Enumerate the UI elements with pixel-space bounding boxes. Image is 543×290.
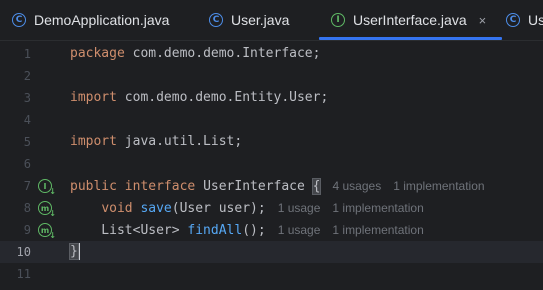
matched-brace: } [69,243,79,260]
usages-hint[interactable]: 1 usage [278,201,321,215]
code-token: java.util.List; [116,134,243,149]
tab-label: Us [528,12,543,28]
line-number: 8 [23,201,31,215]
code-line: import java.util.List; [70,131,242,153]
line-number: 9 [23,223,31,237]
tab-label: User.java [231,12,290,28]
code-token: List<User> [70,223,188,238]
method-name-token: findAll [187,223,243,238]
tab-demoapplication[interactable]: C DemoApplication.java [12,0,169,40]
code-line: public interface UserInterface {4 usages… [70,175,485,197]
code-token: com.demo.demo.Interface; [124,46,321,61]
text-caret [77,243,80,260]
usages-hint[interactable]: 1 usage [278,223,321,237]
code-line: package com.demo.demo.Interface; [70,43,320,65]
line-number: 1 [23,47,31,61]
code-token: UserInterface [195,179,313,194]
implementations-hint[interactable]: 1 implementation [393,179,484,193]
implemented-interface-icon[interactable]: I ↓ [38,179,56,196]
code-line-row[interactable]: 6 [0,153,543,175]
code-line-row[interactable]: 2 [0,65,543,87]
code-token: (); [242,223,266,238]
line-number: 2 [23,69,31,83]
keyword-token: public [70,179,117,194]
line-number: 4 [23,113,31,127]
tab-overflow[interactable]: C Us [506,0,543,40]
keyword-token: import [70,90,117,105]
current-line-highlight[interactable]: 10} [0,241,543,263]
keyword-token: package [70,46,125,61]
active-tab-indicator [319,37,503,40]
tab-userinterface[interactable]: I UserInterface.java × [319,0,503,40]
implemented-method-icon[interactable]: m ↓ [38,223,56,240]
line-number: 10 [16,245,31,259]
code-line: import com.demo.demo.Entity.User; [70,87,328,109]
matched-brace: { [311,178,322,195]
method-name-token: save [140,201,172,216]
keyword-token: void [101,201,133,216]
code-line-row[interactable]: 8 m ↓ void save(User user); 1 usage 1 implem… [0,197,543,219]
tab-label: DemoApplication.java [34,12,170,28]
editor-tab-bar: C DemoApplication.java C User.java I Use… [0,0,543,41]
line-number: 7 [23,179,31,193]
usages-hint[interactable]: 4 usages [332,179,381,193]
line-number: 6 [23,157,31,171]
line-number: 11 [16,267,31,281]
tab-user[interactable]: C User.java [209,0,289,40]
code-token: (User user); [171,201,266,216]
line-number: 3 [23,91,31,105]
code-line-row[interactable]: 11 [0,263,543,285]
code-line: List<User> findAll(); 1 usage 1 implementa… [70,219,423,241]
code-line-row[interactable]: 7 I ↓ public interface UserInterface {4 usa… [0,175,543,197]
code-line: void save(User user); 1 usage 1 implementa… [70,197,423,219]
keyword-token: interface [124,179,196,194]
class-icon: C [12,13,26,27]
code-line-row[interactable]: 5 import java.util.List; [0,131,543,153]
code-line-row[interactable]: 4 [0,109,543,131]
line-number: 5 [23,135,31,149]
class-icon: C [506,13,520,27]
code-line-row[interactable]: 9 m ↓ List<User> findAll(); 1 usage 1 implem… [0,219,543,241]
implemented-method-icon[interactable]: m ↓ [38,201,56,218]
interface-icon: I [331,13,345,27]
code-line-row[interactable]: 1 package com.demo.demo.Interface; [0,43,543,65]
implementations-hint[interactable]: 1 implementation [332,223,423,237]
implementations-hint[interactable]: 1 implementation [332,201,423,215]
code-line-row[interactable]: 3 import com.demo.demo.Entity.User; [0,87,543,109]
code-line: } [69,241,80,263]
class-icon: C [209,13,223,27]
code-token: com.demo.demo.Entity.User; [116,90,329,105]
close-icon[interactable]: × [479,13,487,28]
keyword-token: import [70,134,117,149]
tab-label: UserInterface.java [353,12,467,28]
